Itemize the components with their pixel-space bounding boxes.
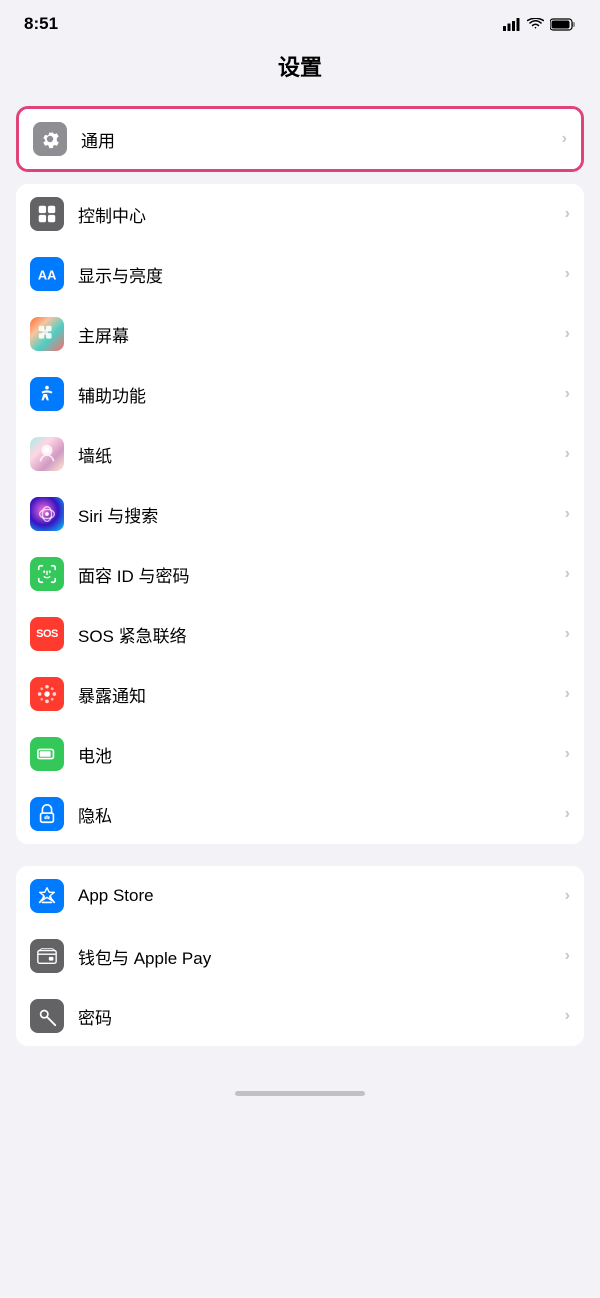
siri-icon — [30, 497, 64, 531]
settings-item-privacy[interactable]: 隐私 › — [16, 784, 584, 844]
privacy-chevron: › — [565, 805, 570, 823]
siri-label: Siri 与搜索 — [78, 502, 565, 527]
exposure-label: 暴露通知 — [78, 682, 565, 707]
wallpaper-svg — [36, 443, 58, 465]
page-title: 设置 — [278, 55, 322, 80]
battery-label: 电池 — [78, 742, 565, 767]
settings-item-battery[interactable]: 电池 › — [16, 724, 584, 784]
display-icon: AA — [30, 257, 64, 291]
passwords-label: 密码 — [78, 1004, 565, 1029]
siri-chevron: › — [565, 505, 570, 523]
status-time: 8:51 — [24, 14, 58, 34]
general-icon — [33, 122, 67, 156]
passwords-chevron: › — [565, 1007, 570, 1025]
battery-settings-svg — [36, 743, 58, 765]
exposure-icon — [30, 677, 64, 711]
display-svg: AA — [36, 263, 58, 285]
control-center-svg — [36, 203, 58, 225]
sos-label: SOS 紧急联络 — [78, 622, 565, 647]
settings-item-accessibility[interactable]: 辅助功能 › — [16, 364, 584, 424]
settings-item-wallet[interactable]: 钱包与 Apple Pay › — [16, 926, 584, 986]
settings-item-general[interactable]: 通用 › — [19, 109, 581, 169]
appstore-icon — [30, 879, 64, 913]
display-label: 显示与亮度 — [78, 262, 565, 287]
control-center-label: 控制中心 — [78, 202, 565, 227]
passwords-icon — [30, 999, 64, 1033]
appstore-label: App Store — [78, 886, 565, 906]
battery-settings-icon — [30, 737, 64, 771]
settings-group-store: App Store › 钱包与 Apple Pay › — [16, 866, 584, 1046]
svg-text:AA: AA — [38, 268, 57, 283]
wallet-svg — [36, 945, 58, 967]
accessibility-label: 辅助功能 — [78, 382, 565, 407]
passwords-svg — [36, 1005, 58, 1027]
sos-text: SOS — [36, 628, 58, 640]
battery-icon — [550, 18, 576, 31]
gear-svg — [39, 128, 61, 150]
accessibility-icon — [30, 377, 64, 411]
privacy-label: 隐私 — [78, 802, 565, 827]
wallpaper-icon — [30, 437, 64, 471]
appstore-svg — [36, 885, 58, 907]
settings-item-passwords[interactable]: 密码 › — [16, 986, 584, 1046]
settings-item-sos[interactable]: SOS SOS 紧急联络 › — [16, 604, 584, 664]
faceid-svg — [36, 563, 58, 585]
settings-item-faceid[interactable]: 面容 ID 与密码 › — [16, 544, 584, 604]
accessibility-chevron: › — [565, 385, 570, 403]
homescreen-svg — [36, 323, 58, 345]
faceid-chevron: › — [565, 565, 570, 583]
settings-item-display[interactable]: AA 显示与亮度 › — [16, 244, 584, 304]
settings-item-homescreen[interactable]: 主屏幕 › — [16, 304, 584, 364]
settings-item-siri[interactable]: Siri 与搜索 › — [16, 484, 584, 544]
siri-svg — [36, 503, 58, 525]
home-indicator — [235, 1091, 365, 1096]
general-chevron: › — [562, 130, 567, 148]
wallet-chevron: › — [565, 947, 570, 965]
homescreen-icon — [30, 317, 64, 351]
privacy-svg — [36, 803, 58, 825]
settings-group-main: 控制中心 › AA 显示与亮度 › — [16, 184, 584, 844]
signal-icon — [503, 18, 521, 31]
home-indicator-area — [0, 1046, 600, 1106]
accessibility-svg — [36, 383, 58, 405]
settings-item-control-center[interactable]: 控制中心 › — [16, 184, 584, 244]
exposure-svg — [36, 683, 58, 705]
settings-group-general: 通用 › — [16, 106, 584, 172]
sos-chevron: › — [565, 625, 570, 643]
settings-item-appstore[interactable]: App Store › — [16, 866, 584, 926]
wallet-icon — [30, 939, 64, 973]
settings-item-exposure[interactable]: 暴露通知 › — [16, 664, 584, 724]
homescreen-chevron: › — [565, 325, 570, 343]
sos-icon: SOS — [30, 617, 64, 651]
wallpaper-chevron: › — [565, 445, 570, 463]
status-bar: 8:51 — [0, 0, 600, 42]
exposure-chevron: › — [565, 685, 570, 703]
appstore-chevron: › — [565, 887, 570, 905]
page-title-bar: 设置 — [0, 42, 600, 94]
wallpaper-label: 墙纸 — [78, 442, 565, 467]
battery-chevron: › — [565, 745, 570, 763]
privacy-icon — [30, 797, 64, 831]
wifi-icon — [527, 18, 544, 31]
display-chevron: › — [565, 265, 570, 283]
homescreen-label: 主屏幕 — [78, 322, 565, 347]
status-icons — [503, 18, 576, 31]
control-center-icon — [30, 197, 64, 231]
faceid-label: 面容 ID 与密码 — [78, 562, 565, 587]
settings-item-wallpaper[interactable]: 墙纸 › — [16, 424, 584, 484]
wallet-label: 钱包与 Apple Pay — [78, 944, 565, 969]
control-center-chevron: › — [565, 205, 570, 223]
faceid-icon — [30, 557, 64, 591]
general-label: 通用 — [81, 127, 562, 152]
